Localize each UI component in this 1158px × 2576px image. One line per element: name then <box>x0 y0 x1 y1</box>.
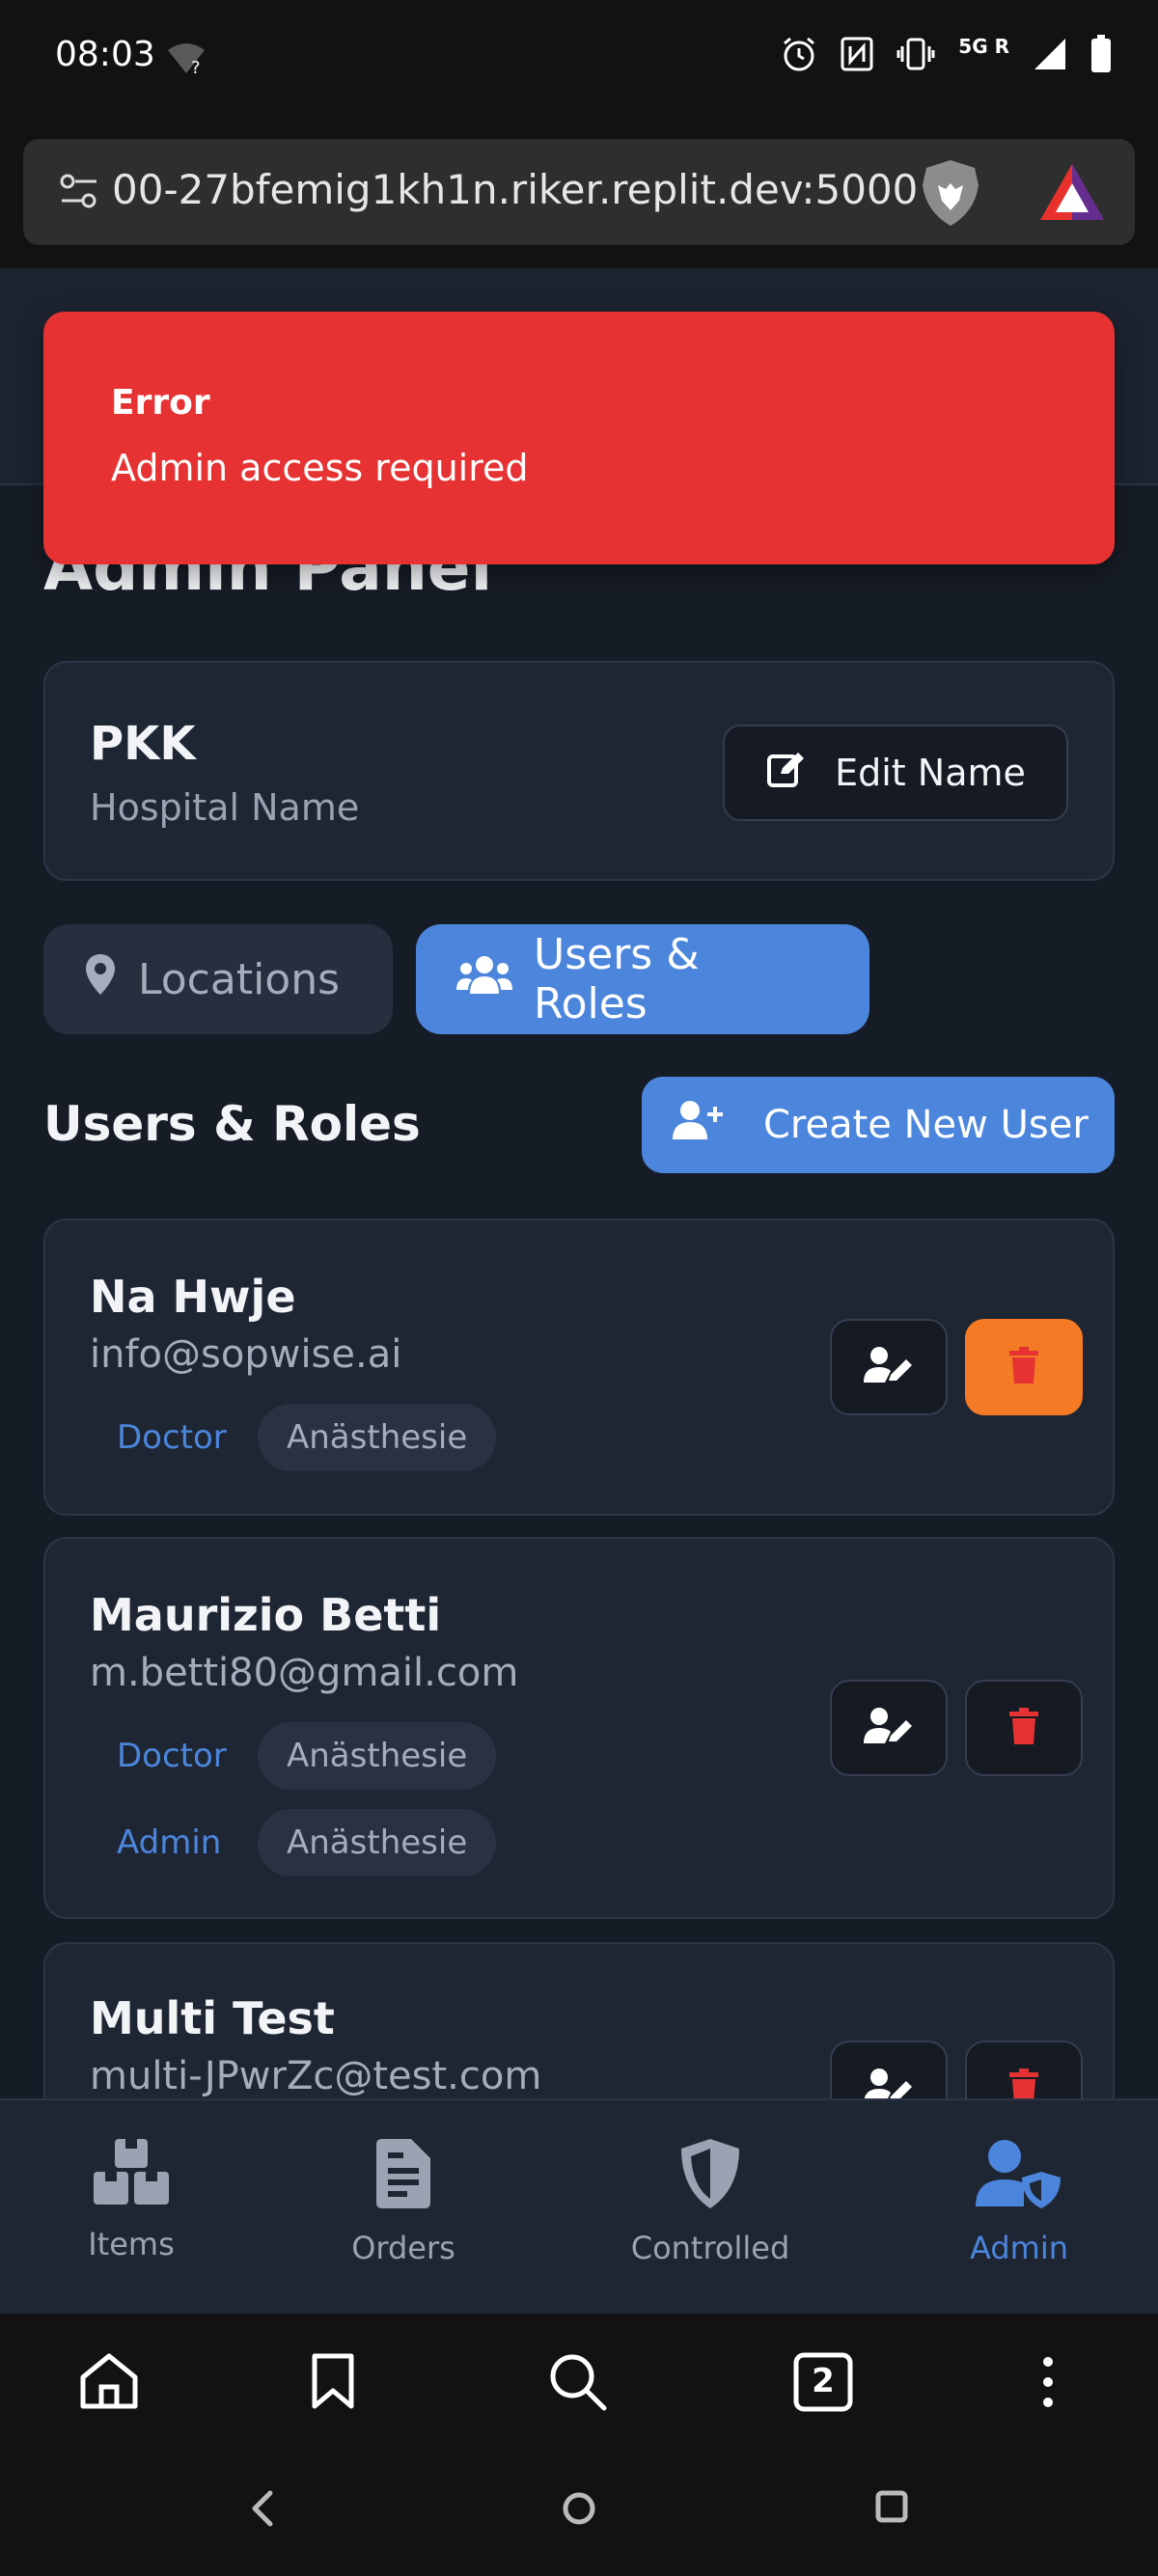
users-section-title: Users & Roles <box>43 1096 421 1152</box>
brave-shields-icon[interactable] <box>917 156 984 233</box>
home-button-icon[interactable] <box>560 2489 598 2532</box>
edit-icon <box>765 749 806 798</box>
role-label: Admin <box>117 1823 222 1862</box>
recents-icon[interactable] <box>874 2489 909 2528</box>
department-pill: Anästhesie <box>258 1809 497 1877</box>
tab-count: 2 <box>812 2362 835 2400</box>
signal-icon <box>1033 37 1067 71</box>
status-time: 08:03 <box>55 35 155 74</box>
nav-items-label: Items <box>88 2226 175 2262</box>
user-role: Doctor Anästhesie <box>90 1722 497 1790</box>
error-toast[interactable]: Error Admin access required <box>43 312 1115 564</box>
create-new-user-label: Create New User <box>763 1103 1089 1147</box>
users-icon <box>456 953 512 1006</box>
toast-message: Admin access required <box>111 447 529 489</box>
status-icons: 5G R <box>781 35 1112 73</box>
nav-items[interactable]: Items <box>35 2139 228 2262</box>
user-role: Admin Anästhesie <box>90 1809 497 1877</box>
user-card: Maurizio Betti m.betti80@gmail.com Docto… <box>43 1537 1115 1919</box>
delete-user-button[interactable] <box>965 1680 1083 1776</box>
nav-admin[interactable]: Admin <box>923 2139 1116 2266</box>
user-name: Maurizio Betti <box>90 1589 442 1641</box>
create-new-user-button[interactable]: Create New User <box>642 1077 1115 1173</box>
nav-orders-label: Orders <box>351 2230 455 2266</box>
user-card: Na Hwje info@sopwise.ai Doctor Anästhesi… <box>43 1219 1115 1516</box>
battery-icon <box>1090 35 1112 73</box>
nav-controlled-label: Controlled <box>630 2230 790 2266</box>
bookmark-icon[interactable] <box>311 2352 355 2414</box>
tab-locations[interactable]: Locations <box>43 924 393 1034</box>
user-edit-icon <box>864 1346 914 1388</box>
nav-admin-label: Admin <box>970 2230 1068 2266</box>
system-nav-bar <box>0 2447 1158 2576</box>
site-settings-icon[interactable] <box>58 170 100 216</box>
user-shield-icon <box>976 2139 1062 2216</box>
hospital-card: PKK Hospital Name Edit Name <box>43 661 1115 881</box>
status-bar: 08:03 ? 5G R <box>0 0 1158 116</box>
app-content: Admin Panel PKK Hospital Name Edit Name … <box>0 268 1158 2314</box>
edit-name-label: Edit Name <box>835 752 1026 794</box>
edit-user-button[interactable] <box>830 1319 948 1415</box>
hospital-name-label: Hospital Name <box>90 786 360 829</box>
user-email: info@sopwise.ai <box>90 1332 402 1377</box>
role-label: Doctor <box>117 1737 227 1775</box>
role-label: Doctor <box>117 1418 227 1457</box>
trash-icon <box>1009 1708 1038 1748</box>
url-bar[interactable]: 00-27bfemig1kh1n.riker.replit.dev:5000 <box>23 139 1135 245</box>
search-icon[interactable] <box>548 2352 608 2416</box>
department-pill: Anästhesie <box>258 1404 497 1471</box>
user-role: Doctor Anästhesie <box>90 1404 497 1471</box>
nfc-icon <box>841 37 873 71</box>
department-pill: Anästhesie <box>258 1722 497 1790</box>
nav-controlled[interactable]: Controlled <box>614 2139 807 2266</box>
tab-users-roles[interactable]: Users & Roles <box>416 924 869 1034</box>
boxes-icon <box>94 2139 169 2212</box>
more-menu-icon[interactable] <box>1038 2352 1058 2416</box>
admin-tabs: Locations Users & Roles <box>43 924 869 1034</box>
svg-text:?: ? <box>191 58 201 75</box>
wifi-icon: ? <box>166 42 207 79</box>
nav-orders[interactable]: Orders <box>307 2139 500 2266</box>
browser-bottom-bar: 2 <box>0 2314 1158 2447</box>
home-icon[interactable] <box>79 2352 139 2414</box>
edit-name-button[interactable]: Edit Name <box>723 725 1068 821</box>
map-pin-icon <box>84 952 117 1007</box>
hospital-name: PKK <box>90 717 196 771</box>
user-plus-icon <box>671 1099 725 1151</box>
tab-users-label: Users & Roles <box>534 930 700 1028</box>
user-email: multi-JPwrZc@test.com <box>90 2054 542 2098</box>
alarm-icon <box>781 36 817 72</box>
browser-toolbar: 00-27bfemig1kh1n.riker.replit.dev:5000 <box>0 116 1158 268</box>
user-name: Multi Test <box>90 1992 335 2044</box>
trash-icon <box>1009 1347 1038 1387</box>
shield-icon <box>679 2139 741 2216</box>
tab-locations-label: Locations <box>138 954 341 1004</box>
user-email: m.betti80@gmail.com <box>90 1651 519 1695</box>
vibrate-icon <box>896 37 935 71</box>
tabs-button[interactable]: 2 <box>793 2352 853 2416</box>
document-icon <box>376 2139 430 2216</box>
network-label: 5G R <box>958 35 1009 58</box>
delete-user-button[interactable] <box>965 1319 1083 1415</box>
back-icon[interactable] <box>247 2489 278 2532</box>
url-text[interactable]: 00-27bfemig1kh1n.riker.replit.dev:5000 <box>112 166 923 218</box>
rewards-icon[interactable] <box>1038 162 1106 226</box>
app-bottom-nav: Items Orders Controlled Admin <box>0 2098 1158 2314</box>
user-edit-icon <box>864 1707 914 1749</box>
edit-user-button[interactable] <box>830 1680 948 1776</box>
user-name: Na Hwje <box>90 1271 296 1323</box>
toast-title: Error <box>111 383 210 423</box>
